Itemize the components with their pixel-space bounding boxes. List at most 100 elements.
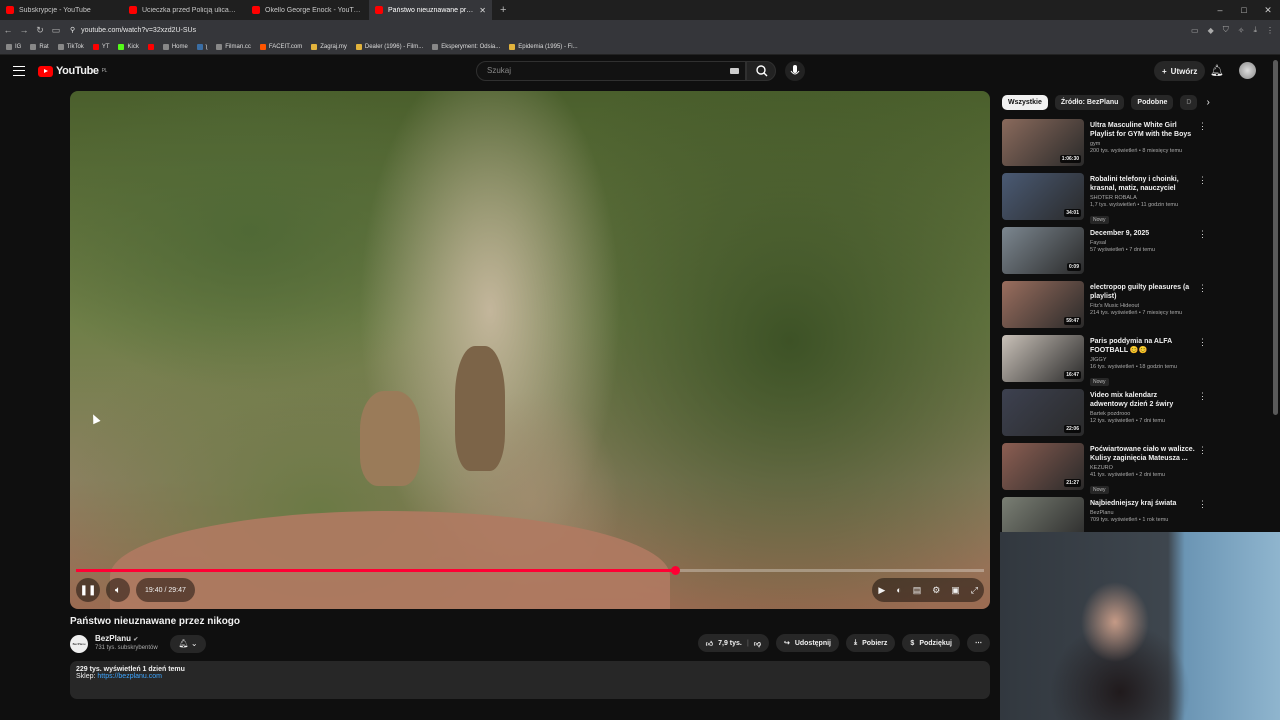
- recommendation-item[interactable]: 21:27 Poćwiartowane ciało w walizce. Kuli…: [1002, 443, 1207, 496]
- bookmark-item[interactable]: Rat: [30, 44, 49, 50]
- share-button[interactable]: ↪ Udostępnij: [775, 634, 839, 652]
- video-thumbnail[interactable]: 1:06:30: [1002, 119, 1084, 166]
- maximize-button[interactable]: □: [1232, 0, 1256, 20]
- recommendation-item[interactable]: 34:01 Robalini telefony i choinki, krasna…: [1002, 173, 1207, 226]
- recommendation-title[interactable]: Robalini telefony i choinki, krasnal, ma…: [1090, 175, 1195, 193]
- bookmark-item[interactable]: Dealer (1996) - Film...: [355, 44, 423, 50]
- recommendation-item[interactable]: 0:09 December 9, 2025 Faysal 57 wyświetleń …: [1002, 227, 1207, 280]
- video-thumbnail[interactable]: 0:09: [1002, 227, 1084, 274]
- miniplayer-icon[interactable]: ▣: [951, 585, 960, 596]
- recommendation-channel[interactable]: Faysal: [1090, 240, 1195, 246]
- more-vertical-icon[interactable]: ⋮: [1198, 391, 1207, 402]
- channel-avatar[interactable]: BezPlanu: [70, 635, 88, 653]
- settings-gear-icon[interactable]: ⚙: [932, 585, 940, 596]
- description-box[interactable]: 229 tys. wyświetleń 1 dzień temu Sklep: …: [70, 661, 990, 699]
- channel-name[interactable]: BezPlanu ✔: [95, 634, 138, 643]
- close-tab-icon[interactable]: ✕: [479, 6, 486, 15]
- autoplay-toggle[interactable]: ◐: [896, 585, 901, 595]
- bookmark-item[interactable]: FACEIT.com: [259, 44, 302, 50]
- site-info-icon[interactable]: ⚲: [70, 26, 75, 34]
- pause-button[interactable]: ❚❚: [76, 578, 100, 602]
- more-vertical-icon[interactable]: ⋮: [1198, 337, 1207, 348]
- more-vertical-icon[interactable]: ⋮: [1198, 499, 1207, 510]
- autoplay-icon[interactable]: ▶: [878, 585, 885, 596]
- more-vertical-icon[interactable]: ⋮: [1198, 445, 1207, 456]
- chevron-right-icon[interactable]: ›: [1206, 95, 1209, 110]
- video-thumbnail[interactable]: 22:06: [1002, 389, 1084, 436]
- recommendation-title[interactable]: Ultra Masculine White Girl Playlist for …: [1090, 121, 1195, 139]
- recommendation-channel[interactable]: KEZURO: [1090, 465, 1195, 471]
- hamburger-menu-icon[interactable]: [13, 66, 25, 76]
- url-field[interactable]: ⚲ youtube.com/watch?v=32xzd2U-SUs: [70, 26, 196, 35]
- recommendation-title[interactable]: electropop guilty pleasures (a playlist): [1090, 283, 1195, 301]
- cast-icon[interactable]: ▭: [1191, 26, 1199, 35]
- progress-bar[interactable]: [76, 566, 984, 575]
- extension-icon[interactable]: ◆: [1208, 26, 1214, 35]
- download-icon[interactable]: ⤓: [1253, 25, 1257, 35]
- browser-tab-subscriptions[interactable]: Subskrypcje - YouTube: [0, 0, 123, 20]
- notifications-bell-icon[interactable]: 🔔︎: [1210, 64, 1224, 77]
- recommendation-item[interactable]: 16:47 Paris poddymia na ALFA FOOTBALL 😊😊 J…: [1002, 335, 1207, 388]
- recommendation-channel[interactable]: gym: [1090, 141, 1195, 147]
- voice-search-button[interactable]: [785, 61, 805, 81]
- bookmark-item[interactable]: Filman.cc: [216, 44, 251, 50]
- keyboard-icon[interactable]: [730, 68, 739, 74]
- chip-more[interactable]: D: [1180, 95, 1198, 110]
- bookmark-item[interactable]: TikTok: [57, 44, 84, 50]
- browser-tab-okello[interactable]: Okello George Enock - YouTube: [246, 0, 369, 20]
- bookmark-item[interactable]: Home: [162, 44, 188, 50]
- bookmark-item[interactable]: Eksperyment: Odsia...: [432, 44, 500, 50]
- scrubber-handle[interactable]: [671, 566, 681, 575]
- recommendation-title[interactable]: Poćwiartowane ciało w walizce. Kulisy za…: [1090, 445, 1195, 463]
- recommendation-title[interactable]: Najbiedniejszy kraj świata: [1090, 499, 1195, 508]
- search-input[interactable]: Szukaj: [476, 61, 746, 81]
- mute-button[interactable]: 🔈︎: [106, 578, 130, 602]
- download-button[interactable]: ⤓ Pobierz: [846, 634, 896, 652]
- shield-icon[interactable]: ⛉: [1223, 25, 1229, 35]
- recommendation-channel[interactable]: JIGGY: [1090, 357, 1195, 363]
- close-window-button[interactable]: ✕: [1256, 0, 1280, 20]
- recommendation-title[interactable]: December 9, 2025: [1090, 229, 1195, 238]
- video-thumbnail[interactable]: 34:01: [1002, 173, 1084, 220]
- recommendation-item[interactable]: 59:47 electropop guilty pleasures (a play…: [1002, 281, 1207, 334]
- account-avatar[interactable]: [1239, 62, 1256, 79]
- bookmark-item[interactable]: ʅ: [196, 44, 207, 50]
- video-thumbnail[interactable]: 16:47: [1002, 335, 1084, 382]
- chip-related[interactable]: Podobne: [1131, 95, 1174, 110]
- browser-tab-active[interactable]: Państwo nieuznawane przez ... ✕: [369, 0, 492, 20]
- create-button[interactable]: + Utwórz: [1154, 61, 1206, 81]
- more-vertical-icon[interactable]: ⋮: [1198, 121, 1207, 132]
- like-button[interactable]: 👍︎ 7,9 tys. | 👎︎: [697, 634, 769, 652]
- menu-icon[interactable]: ⋮: [1266, 26, 1274, 35]
- bookmark-item[interactable]: Epidemia (1995) - Fi...: [509, 44, 578, 50]
- minimize-button[interactable]: –: [1208, 0, 1232, 20]
- browser-tab-police-chase[interactable]: Ucieczka przed Policją ulicami Warsz...: [123, 0, 246, 20]
- recommendation-channel[interactable]: BezPlanu: [1090, 510, 1195, 516]
- recommendation-title[interactable]: Video mix kalendarz adwentowy dzień 2 św…: [1090, 391, 1195, 409]
- chip-all[interactable]: Wszystkie: [1002, 95, 1048, 110]
- bookmark-item[interactable]: Kick: [118, 44, 139, 50]
- search-button[interactable]: [746, 61, 776, 81]
- back-icon[interactable]: ←: [0, 25, 16, 35]
- new-tab-button[interactable]: +: [492, 4, 514, 16]
- recommendation-channel[interactable]: Bartek pozdrooo: [1090, 411, 1195, 417]
- subscribed-bell-button[interactable]: 🔔︎ ⌄: [170, 635, 206, 653]
- bookmark-page-icon[interactable]: ▭: [48, 25, 64, 36]
- recommendation-title[interactable]: Paris poddymia na ALFA FOOTBALL 😊😊: [1090, 337, 1195, 355]
- youtube-logo[interactable]: YouTube PL: [38, 65, 107, 77]
- bookmark-item[interactable]: [147, 44, 154, 50]
- forward-icon[interactable]: →: [16, 25, 32, 35]
- puzzle-icon[interactable]: ✧: [1238, 26, 1245, 35]
- shop-link[interactable]: https://bezplanu.com: [97, 673, 162, 680]
- more-vertical-icon[interactable]: ⋮: [1198, 229, 1207, 240]
- video-thumbnail[interactable]: 21:27: [1002, 443, 1084, 490]
- more-vertical-icon[interactable]: ⋮: [1198, 283, 1207, 294]
- recommendation-item[interactable]: 22:06 Video mix kalendarz adwentowy dzień…: [1002, 389, 1207, 442]
- thumbs-down-icon[interactable]: 👎︎: [754, 639, 761, 648]
- fullscreen-icon[interactable]: ⤢: [971, 585, 978, 596]
- recommendation-channel[interactable]: SHOTER ROBALA: [1090, 195, 1195, 201]
- video-player[interactable]: ❚❚ 🔈︎ 19:40 / 29:47 ▶ ◐ ▤ ⚙ ▣ ⤢: [70, 91, 990, 609]
- more-actions-button[interactable]: ⋯: [967, 634, 990, 652]
- chip-from-bezplanu[interactable]: Źródło: BezPlanu: [1054, 95, 1125, 110]
- video-thumbnail[interactable]: 59:47: [1002, 281, 1084, 328]
